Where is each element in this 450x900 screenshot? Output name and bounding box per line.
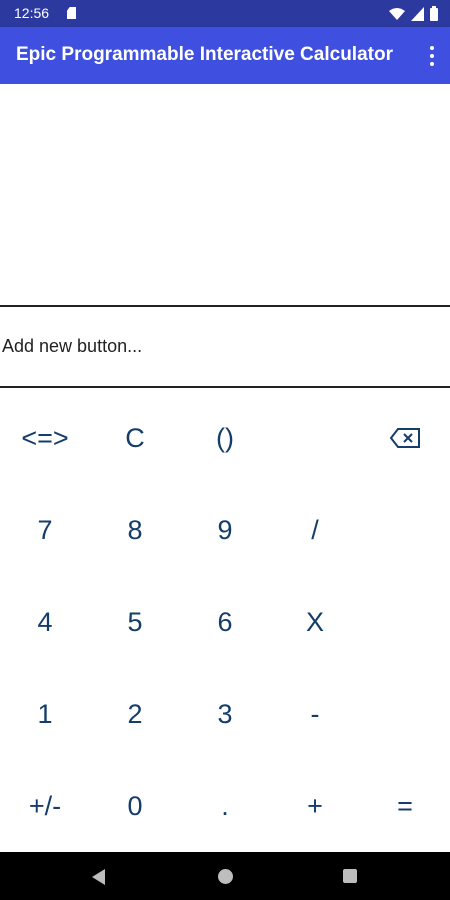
digit-2-key[interactable]: 2 (90, 668, 180, 760)
status-bar: 12:56 (0, 0, 450, 27)
multiply-key[interactable]: X (270, 576, 360, 668)
more-options-button[interactable] (424, 44, 440, 68)
clear-key[interactable]: C (90, 392, 180, 484)
sd-card-icon (67, 7, 76, 19)
backspace-key[interactable] (360, 392, 450, 484)
digit-6-key[interactable]: 6 (180, 576, 270, 668)
recents-icon[interactable] (343, 869, 357, 883)
wifi-icon (389, 7, 405, 20)
digit-5-key[interactable]: 5 (90, 576, 180, 668)
app-title: Epic Programmable Interactive Calculator (16, 44, 393, 65)
divide-key[interactable]: / (270, 484, 360, 576)
status-icons (389, 6, 438, 21)
negate-key[interactable]: +/- (0, 760, 90, 852)
battery-icon (430, 6, 438, 21)
backspace-icon (389, 428, 420, 448)
add-new-button-input[interactable] (0, 307, 450, 386)
digit-1-key[interactable]: 1 (0, 668, 90, 760)
calculator-display[interactable] (0, 84, 450, 305)
app-bar: Epic Programmable Interactive Calculator (0, 27, 450, 84)
digit-0-key[interactable]: 0 (90, 760, 180, 852)
decimal-key[interactable]: . (180, 760, 270, 852)
navigation-bar (0, 852, 450, 900)
digit-7-key[interactable]: 7 (0, 484, 90, 576)
digit-3-key[interactable]: 3 (180, 668, 270, 760)
digit-4-key[interactable]: 4 (0, 576, 90, 668)
minus-key[interactable]: - (270, 668, 360, 760)
digit-9-key[interactable]: 9 (180, 484, 270, 576)
parentheses-key[interactable]: () (180, 392, 270, 484)
plus-key[interactable]: + (270, 760, 360, 852)
back-icon[interactable] (92, 869, 105, 885)
keypad: <=> C() 7 8 9/ 4 5 6 X 1 2 3- +/- 0. + = (0, 392, 450, 852)
divider (0, 386, 450, 388)
swap-key[interactable]: <=> (0, 392, 90, 484)
more-vert-icon (430, 46, 434, 50)
signal-icon (411, 6, 424, 21)
status-time: 12:56 (14, 5, 50, 21)
digit-8-key[interactable]: 8 (90, 484, 180, 576)
home-icon[interactable] (218, 869, 233, 884)
equals-key[interactable]: = (360, 760, 450, 852)
